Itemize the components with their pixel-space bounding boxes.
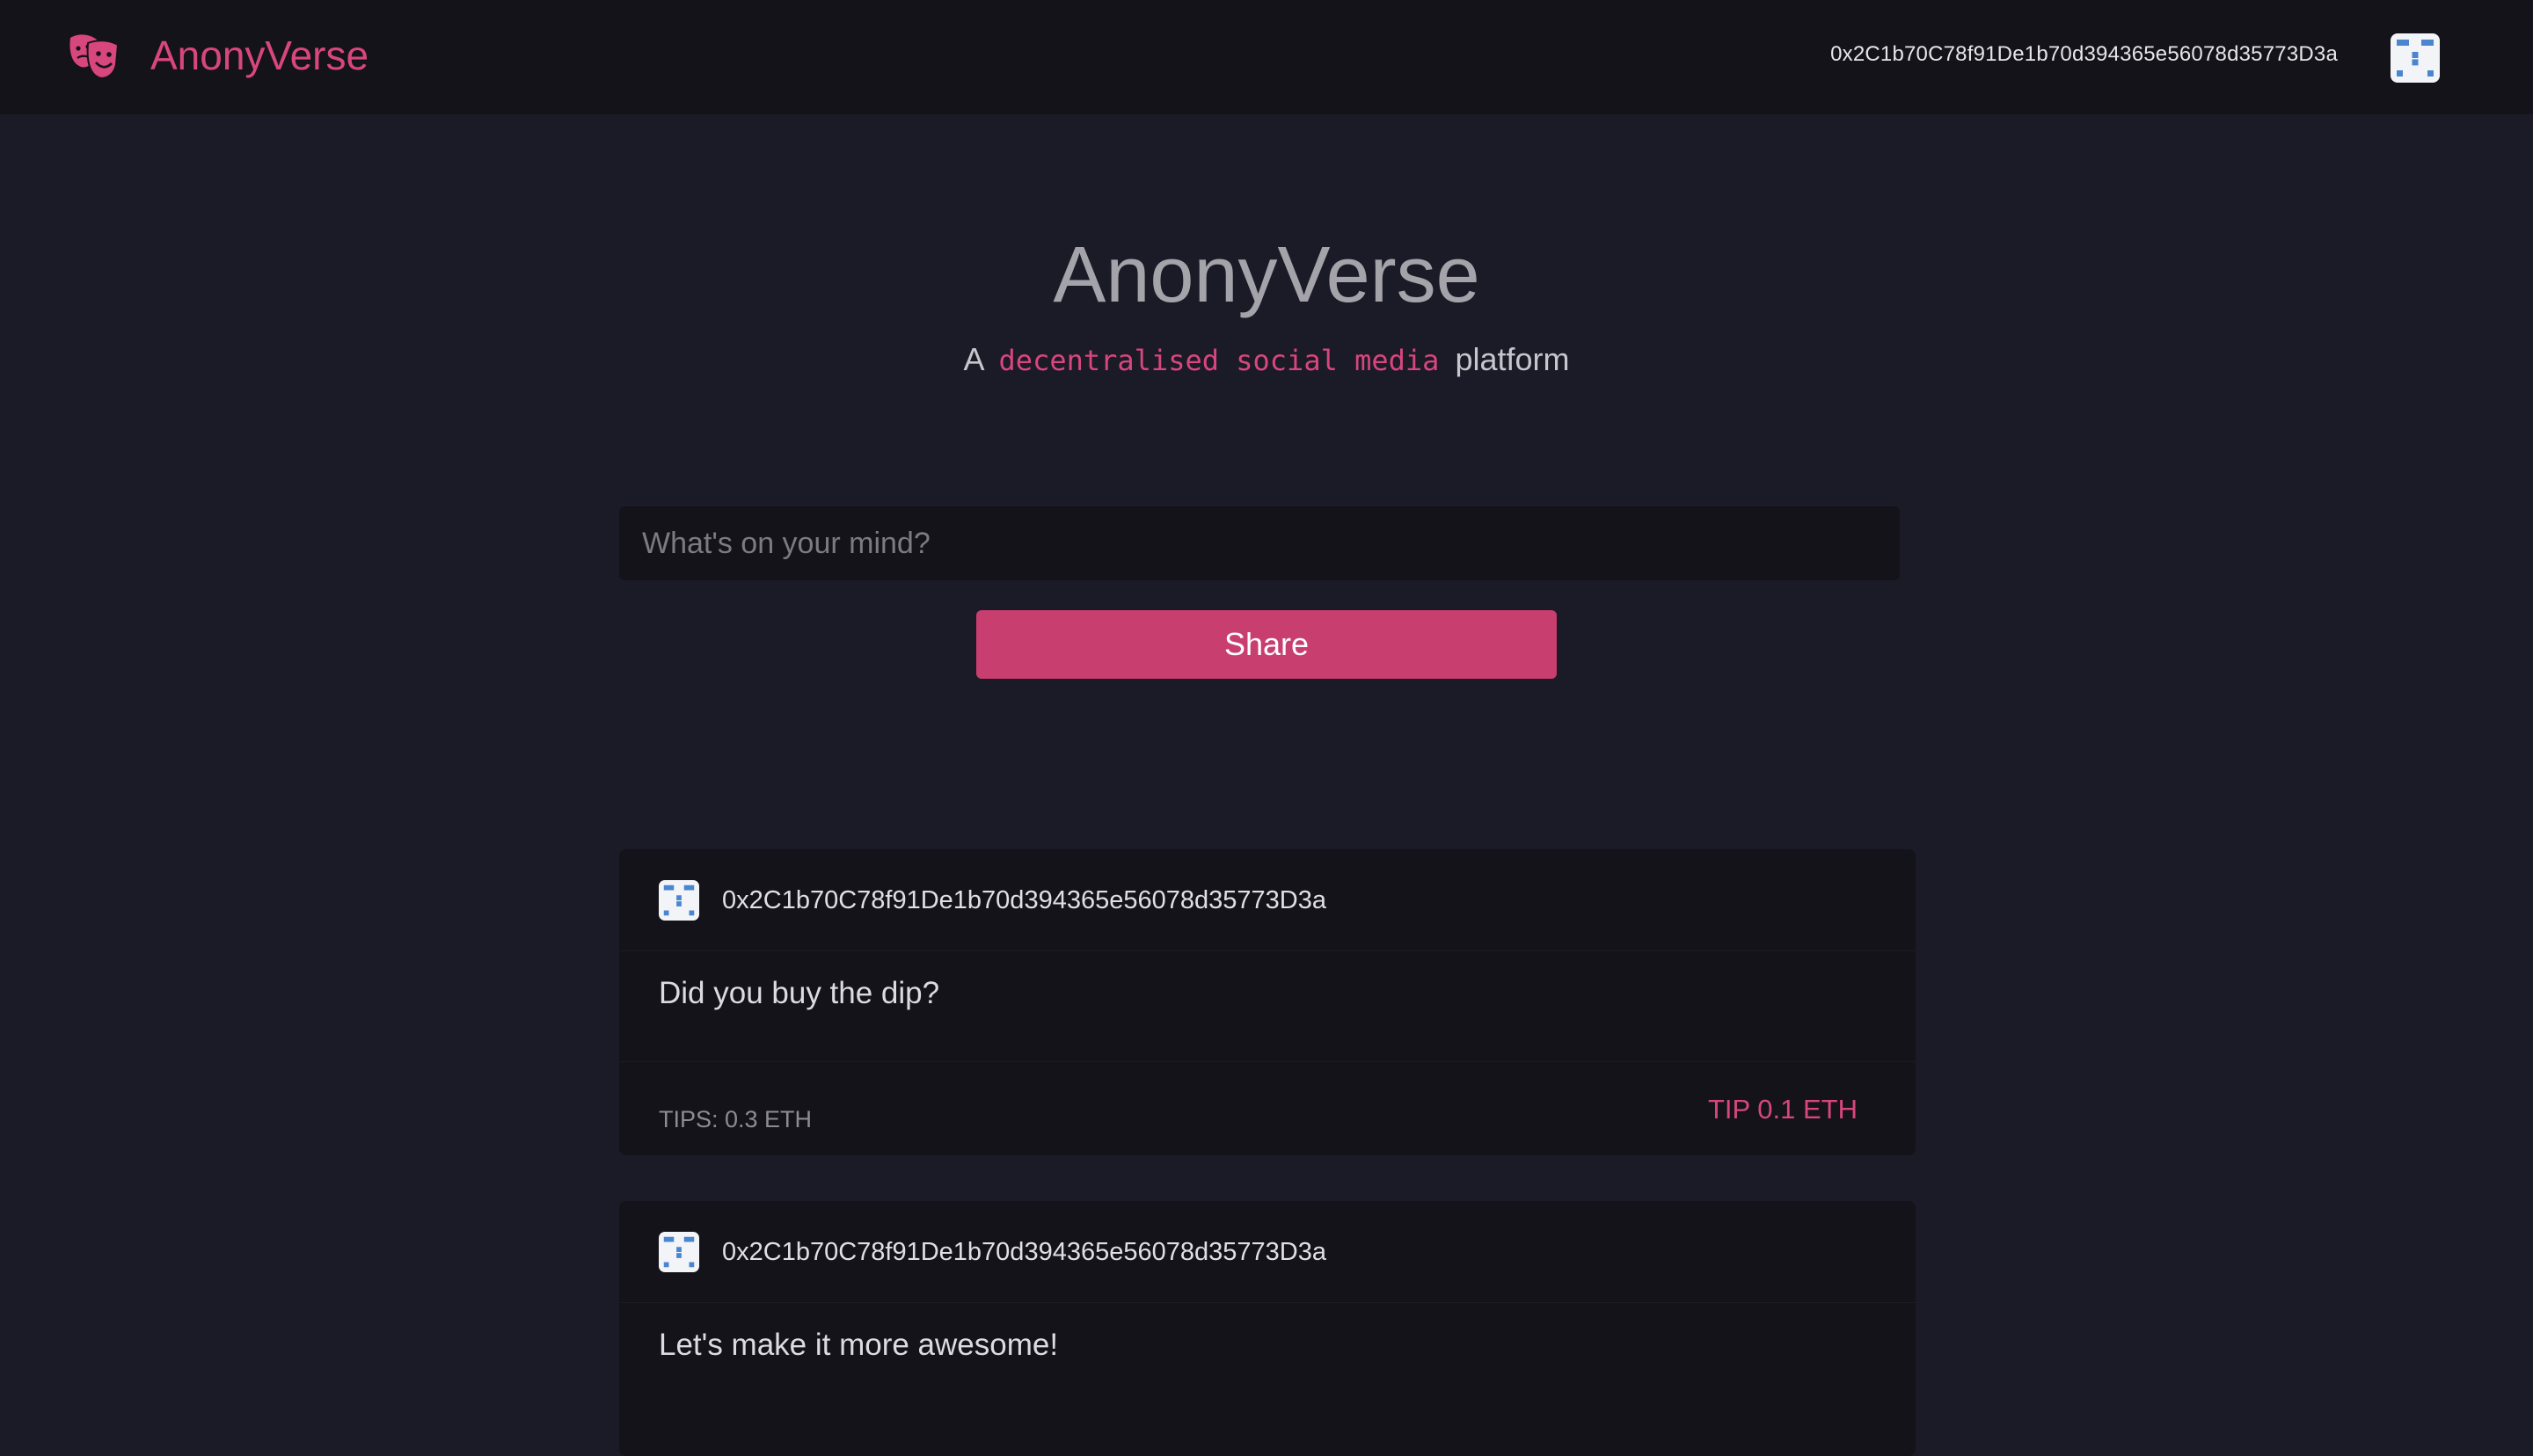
author-address: 0x2C1b70C78f91De1b70d394365e56078d35773D… bbox=[722, 886, 1326, 914]
brand-name: AnonyVerse bbox=[150, 33, 369, 78]
author-avatar bbox=[659, 880, 699, 921]
author-avatar bbox=[659, 1232, 699, 1272]
post-text: Did you buy the dip? bbox=[659, 976, 940, 1010]
theater-masks-icon bbox=[69, 34, 120, 79]
page-title: AnonyVerse bbox=[1053, 231, 1480, 319]
post-body: Let's make it more awesome! bbox=[619, 1303, 1916, 1414]
tip-button[interactable]: TIP 0.1 ETH bbox=[1708, 1094, 1858, 1125]
post-body: Did you buy the dip? bbox=[619, 951, 1916, 1062]
wallet-address: 0x2C1b70C78f91De1b70d394365e56078d35773D… bbox=[1830, 42, 2338, 66]
subtitle-prefix: A bbox=[963, 341, 983, 377]
page-subtitle: A decentralised social media platform bbox=[0, 341, 2533, 378]
subtitle-suffix: platform bbox=[1455, 341, 1570, 377]
share-button[interactable]: Share bbox=[976, 610, 1557, 679]
post-card: 0x2C1b70C78f91De1b70d394365e56078d35773D… bbox=[619, 1201, 1916, 1456]
post-header: 0x2C1b70C78f91De1b70d394365e56078d35773D… bbox=[619, 1201, 1916, 1303]
top-navbar: AnonyVerse 0x2C1b70C78f91De1b70d394365e5… bbox=[0, 0, 2533, 114]
brand-link[interactable]: AnonyVerse bbox=[67, 26, 369, 88]
author-address: 0x2C1b70C78f91De1b70d394365e56078d35773D… bbox=[722, 1238, 1326, 1266]
subtitle-highlight: decentralised social media bbox=[998, 344, 1440, 377]
post-card: 0x2C1b70C78f91De1b70d394365e56078d35773D… bbox=[619, 849, 1916, 1155]
wallet-avatar[interactable] bbox=[2391, 33, 2440, 83]
post-header: 0x2C1b70C78f91De1b70d394365e56078d35773D… bbox=[619, 849, 1916, 951]
post-footer: TIPS: 0.3 ETH TIP 0.1 ETH bbox=[619, 1062, 1916, 1155]
tips-total: TIPS: 0.3 ETH bbox=[659, 1106, 813, 1132]
post-text: Let's make it more awesome! bbox=[659, 1328, 1059, 1362]
post-input[interactable] bbox=[619, 506, 1900, 580]
